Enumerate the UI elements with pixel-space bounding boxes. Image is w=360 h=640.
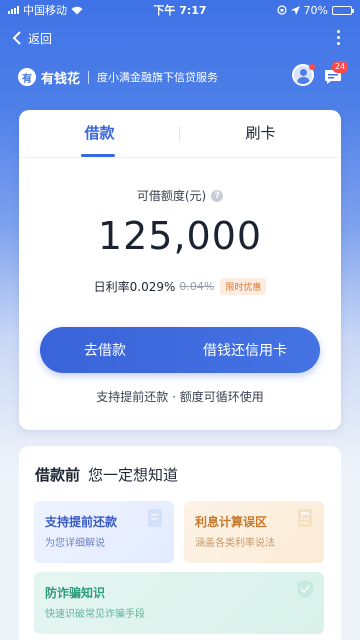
more-menu-icon[interactable]	[337, 30, 340, 45]
carrier-label: 中国移动	[23, 4, 67, 17]
tile-subtitle: 涵盖各类利率说法	[195, 538, 275, 549]
credit-limit-label: 可借额度(元)	[136, 189, 207, 203]
credit-limit-label-row: 可借额度(元) ?	[19, 187, 341, 204]
location-icon	[290, 5, 300, 15]
back-button[interactable]: 返回	[12, 30, 52, 47]
loan-card: 借款 刷卡 可借额度(元) ? 125,000 日利率0.029% 0.04% …	[19, 110, 341, 430]
rotation-lock-icon	[276, 5, 287, 15]
tile-subtitle: 为您详细解说	[45, 538, 105, 549]
status-bar: 中国移动 下午 7:17 70%	[0, 0, 360, 20]
brand-subtitle: 度小满金融旗下信贷服务	[97, 71, 219, 84]
borrow-button[interactable]: 去借款	[40, 340, 170, 360]
brand-divider	[88, 70, 90, 84]
signal-icon	[8, 6, 19, 14]
tile-interest-calculation[interactable]: 利息计算误区 涵盖各类利率说法	[184, 501, 324, 563]
old-rate: 0.04%	[179, 280, 215, 293]
tile-early-repayment[interactable]: 支持提前还款 为您详细解说	[34, 501, 174, 563]
brand-header: 有 有钱花 度小满金融旗下信贷服务 24	[18, 61, 349, 90]
tile-title: 防诈骗知识	[45, 586, 106, 600]
message-count-badge: 24	[332, 61, 349, 73]
help-icon[interactable]: ?	[211, 189, 224, 202]
active-tab-indicator	[81, 154, 115, 157]
faq-section: 借款前 您一定想知道 支持提前还款 为您详细解说 利息计算误区 涵盖各类利率说法 …	[19, 446, 341, 640]
repay-credit-card-button[interactable]: 借钱还信用卡	[170, 340, 320, 360]
section-title-rest: 您一定想知道	[88, 466, 179, 484]
avatar-notification-dot	[309, 64, 315, 70]
tab-borrow[interactable]: 借款	[19, 110, 180, 157]
document-icon	[148, 509, 162, 527]
nav-bar: 返回	[0, 22, 360, 54]
chevron-left-icon	[12, 31, 21, 45]
battery-icon	[332, 5, 354, 15]
calculator-icon	[298, 509, 312, 527]
brand-name: 有钱花	[41, 71, 81, 87]
cta-bar: 去借款 借钱还信用卡	[40, 327, 320, 373]
section-title: 借款前 您一定想知道	[35, 464, 178, 485]
tile-subtitle: 快速识破常见诈骗手段	[45, 609, 145, 620]
wifi-icon	[71, 6, 83, 14]
brand-logo: 有	[18, 68, 36, 86]
shield-check-icon	[297, 580, 313, 598]
status-time: 下午 7:17	[153, 4, 207, 17]
back-label: 返回	[28, 31, 53, 46]
feature-note: 支持提前还款 · 额度可循环使用	[96, 390, 264, 404]
tab-card[interactable]: 刷卡	[180, 110, 341, 157]
daily-rate: 日利率0.029%	[93, 280, 176, 294]
credit-limit-amount: 125,000	[97, 214, 263, 258]
tile-anti-fraud[interactable]: 防诈骗知识 快速识破常见诈骗手段	[34, 572, 324, 634]
section-title-bold: 借款前	[35, 466, 81, 484]
tab-divider	[179, 126, 180, 142]
tab-bar: 借款 刷卡	[19, 110, 341, 158]
interest-rate-row: 日利率0.029% 0.04% 限时优惠	[19, 278, 341, 295]
battery-percent: 70%	[303, 3, 328, 17]
promo-badge: 限时优惠	[220, 278, 267, 295]
